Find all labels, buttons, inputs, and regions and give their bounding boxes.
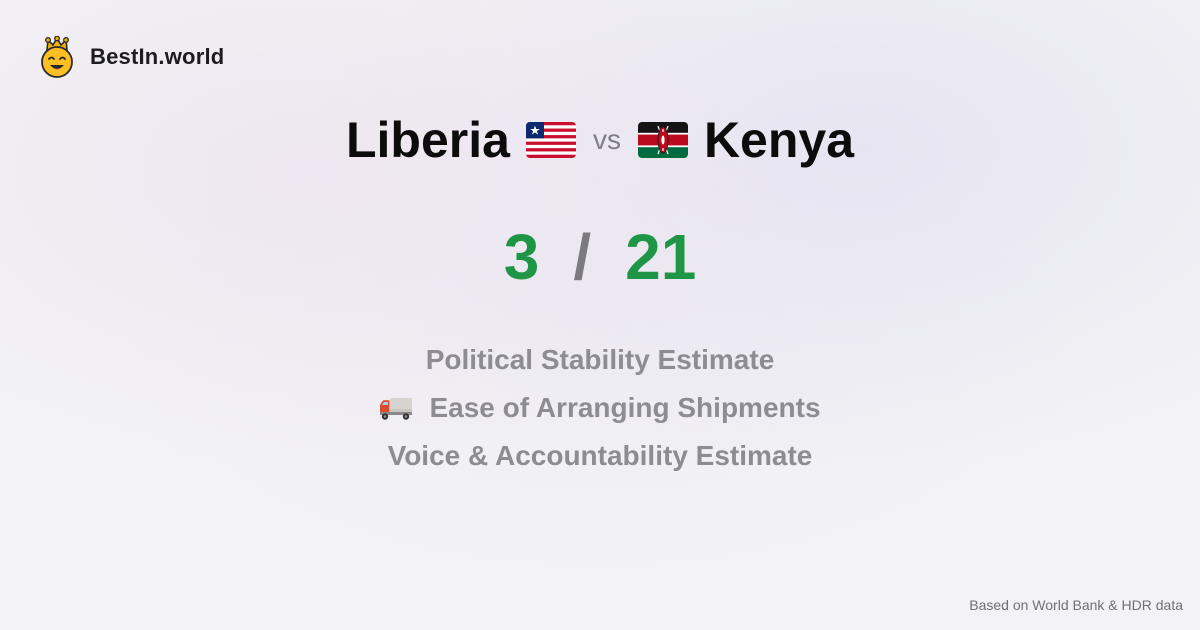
crowned-smiley-icon: [41, 36, 73, 78]
brand-name: BestIn.world: [90, 44, 225, 69]
criterion-item: Ease of Arranging Shipments: [379, 384, 821, 432]
delivery-truck-icon: [380, 398, 413, 420]
criterion-label: Ease of Arranging Shipments: [429, 392, 821, 423]
vs-label: vs: [592, 124, 621, 155]
background-glow: [0, 0, 1200, 630]
criterion-item: Political Stability Estimate: [426, 336, 775, 384]
brand-link[interactable]: BestIn.world: [38, 36, 224, 78]
country-a-name: Liberia: [345, 112, 510, 168]
kenya-flag-icon: [637, 122, 688, 158]
score-country-b: 21: [625, 221, 697, 293]
criteria-list: Political Stability Estimate Ease of Arr…: [0, 336, 1200, 480]
criterion-label: Political Stability Estimate: [425, 344, 775, 375]
criterion-item: Voice & Accountability Estimate: [388, 432, 813, 480]
criterion-label: Voice & Accountability Estimate: [387, 440, 813, 471]
comparison-title: Liberia vs Kenya: [0, 108, 1200, 172]
score-display: 3 / 21: [0, 220, 1200, 294]
country-b-name: Kenya: [703, 112, 855, 168]
liberia-flag-icon: [525, 122, 576, 158]
score-country-a: 3: [503, 221, 540, 293]
source-note: Based on World Bank & HDR data: [969, 597, 1183, 613]
score-separator: /: [573, 221, 592, 293]
